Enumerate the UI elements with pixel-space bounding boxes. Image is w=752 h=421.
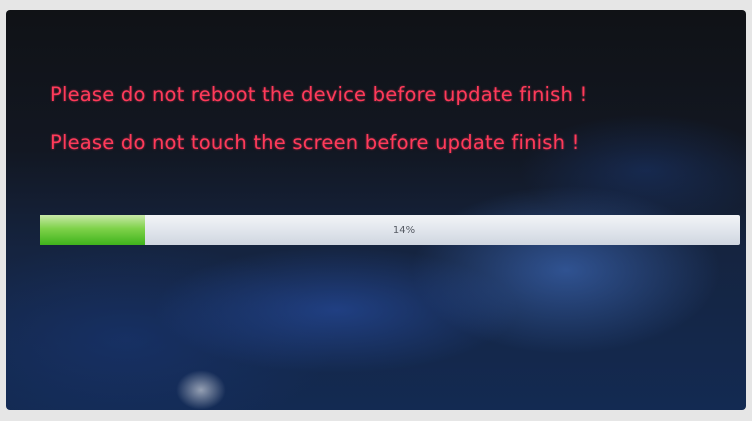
photo-frame: Please do not reboot the device before u… xyxy=(0,0,752,421)
update-progress-bar: 14% xyxy=(40,215,740,245)
screen-glare xyxy=(176,370,226,410)
reboot-warning: Please do not reboot the device before u… xyxy=(50,83,588,106)
touch-warning: Please do not touch the screen before up… xyxy=(50,131,580,154)
update-screen: Please do not reboot the device before u… xyxy=(6,10,746,410)
progress-percent-label: 14% xyxy=(392,224,416,236)
